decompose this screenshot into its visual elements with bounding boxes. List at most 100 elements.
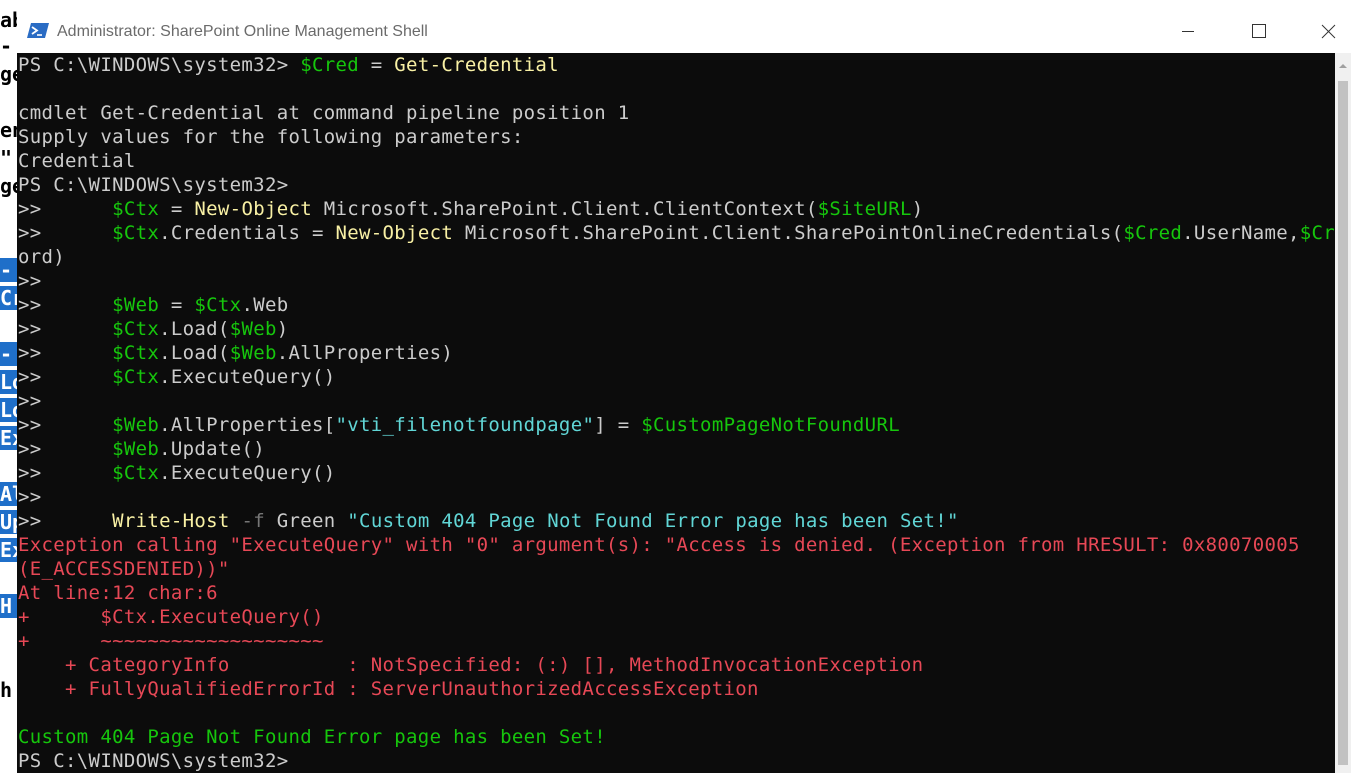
- console-text-segment: + FullyQualifiedErrorId : ServerUnauthor…: [18, 678, 759, 700]
- close-button[interactable]: [1305, 10, 1351, 53]
- console-text-segment: >>: [18, 318, 113, 340]
- maximize-icon: [1252, 24, 1266, 38]
- console-text-segment: >>: [18, 486, 42, 508]
- background-text-fragment: en: [0, 118, 17, 142]
- console-text-segment: PS C:\WINDOWS\system32>: [18, 174, 289, 196]
- maximize-button[interactable]: [1235, 10, 1281, 53]
- console-text-segment: >>: [18, 390, 42, 412]
- console-text-segment: =: [159, 294, 195, 316]
- console-text-segment: At line:12 char:6: [18, 582, 218, 604]
- console-line: >> $Ctx.ExecuteQuery(): [18, 365, 336, 389]
- console-text-segment: Green: [264, 510, 348, 532]
- console-text-segment: + CategoryInfo : NotSpecified: (:) [], M…: [18, 654, 924, 676]
- console-text-segment: -f: [241, 510, 265, 532]
- console-text-segment: >>: [18, 294, 113, 316]
- vertical-scrollbar[interactable]: [1335, 53, 1351, 773]
- background-text-fragment: Ex: [0, 426, 17, 450]
- console-text-segment: Get-Credential: [394, 54, 559, 76]
- console-text-segment: .Load(: [159, 342, 230, 364]
- console-text-segment: Credential: [18, 150, 136, 172]
- console-text-segment: >>: [18, 342, 113, 364]
- console-line: >> $Ctx.Load($Web): [18, 317, 289, 341]
- console-line: cmdlet Get-Credential at command pipelin…: [18, 101, 629, 125]
- console-text-segment: .AllProperties[: [159, 414, 336, 436]
- console-line: + FullyQualifiedErrorId : ServerUnauthor…: [18, 677, 759, 701]
- console-line: >> $Web.AllProperties["vti_filenotfoundp…: [18, 413, 900, 437]
- console-text-segment: $Web: [229, 342, 277, 364]
- background-text-fragment: Al: [0, 482, 17, 506]
- background-text-fragment: H: [0, 594, 17, 618]
- console-text-segment: $Ctx: [112, 366, 160, 388]
- console-text-segment: .Update(): [159, 438, 265, 460]
- console-line: + CategoryInfo : NotSpecified: (:) [], M…: [18, 653, 923, 677]
- console-line: >> $Web.Update(): [18, 437, 265, 461]
- background-text-fragment: -: [0, 342, 17, 366]
- console-text-segment: =: [159, 198, 195, 220]
- console-text-segment: "vti_filenotfoundpage": [335, 414, 595, 436]
- console-text-segment: >>: [18, 414, 113, 436]
- console-text-segment: New-Object: [194, 198, 312, 220]
- console-text-segment: .AllProperties): [276, 342, 454, 364]
- console-text-segment: New-Object: [335, 222, 454, 244]
- console-text-segment: ): [276, 318, 289, 340]
- console-text-segment: .ExecuteQuery(): [159, 462, 336, 484]
- console-line: >> $Ctx = New-Object Microsoft.SharePoin…: [18, 197, 923, 221]
- console-text-segment: + $Ctx.ExecuteQuery(): [18, 606, 324, 628]
- console-line: Supply values for the following paramete…: [18, 125, 524, 149]
- console-text-segment: Exception calling "ExecuteQuery" with "0…: [18, 534, 1300, 556]
- console-text-segment: Microsoft.SharePoint.Client.SharePointOn…: [453, 222, 1124, 244]
- console-line: At line:12 char:6: [18, 581, 218, 605]
- background-window: ab-geen"ge-Cr-LoLoExAlUpExHh: [0, 0, 17, 781]
- powershell-window: Administrator: SharePoint Online Managem…: [17, 10, 1351, 773]
- console-line: >> Write-Host -f Green "Custom 404 Page …: [18, 509, 959, 533]
- console-text-segment: $Web: [229, 318, 277, 340]
- minimize-button[interactable]: [1165, 10, 1211, 53]
- console-line: PS C:\WINDOWS\system32>: [18, 173, 288, 197]
- background-text-fragment: Cr: [0, 286, 17, 310]
- console-text-segment: $Cred: [1123, 222, 1183, 244]
- console-text-segment: $Cred: [1299, 222, 1335, 244]
- console-text-segment: Microsoft.SharePoint.Client.ClientContex…: [312, 198, 818, 220]
- console-line: >>: [18, 389, 42, 413]
- console-text-segment: Write-Host: [112, 510, 230, 532]
- console-text-segment: $Ctx: [194, 294, 242, 316]
- console-text-segment: $Web: [112, 294, 160, 316]
- console-text-segment: cmdlet Get-Credential at command pipelin…: [18, 102, 630, 124]
- console-line: + $Ctx.ExecuteQuery(): [18, 605, 324, 629]
- background-text-fragment: Ex: [0, 538, 17, 562]
- console-text-segment: >>: [18, 198, 113, 220]
- background-text-fragment: ge: [0, 174, 17, 198]
- window-title: Administrator: SharePoint Online Managem…: [57, 23, 428, 40]
- console-line: >> $Ctx.Credentials = New-Object Microso…: [18, 221, 1335, 245]
- console-line: >> $Ctx.Load($Web.AllProperties): [18, 341, 453, 365]
- background-text-fragment: Lo: [0, 398, 17, 422]
- powershell-icon: [27, 23, 49, 38]
- console-text-segment: >>: [18, 222, 113, 244]
- console-text-segment: + ~~~~~~~~~~~~~~~~~~~: [18, 630, 324, 652]
- console-text-segment: $Ctx: [112, 318, 160, 340]
- console-text-segment: .UserName,: [1182, 222, 1300, 244]
- console-text-segment: >>: [18, 510, 113, 532]
- console-text-segment: $Ctx: [112, 198, 160, 220]
- console-text-segment: Custom 404 Page Not Found Error page has…: [18, 726, 606, 748]
- background-text-fragment: Up: [0, 510, 17, 534]
- console-line: + ~~~~~~~~~~~~~~~~~~~: [18, 629, 324, 653]
- console-text-segment: $Web: [112, 438, 160, 460]
- console-line: >> $Web = $Ctx.Web: [18, 293, 289, 317]
- close-icon: [1321, 24, 1336, 39]
- background-text-fragment: h: [0, 678, 13, 702]
- background-text-fragment: -: [0, 258, 17, 282]
- console-output[interactable]: PS C:\WINDOWS\system32> $Cred = Get-Cred…: [17, 53, 1335, 773]
- console-text-segment: $Cred: [300, 54, 360, 76]
- console-text-segment: $SiteURL: [817, 198, 912, 220]
- scrollbar-thumb[interactable]: [1338, 81, 1348, 765]
- title-bar[interactable]: Administrator: SharePoint Online Managem…: [17, 10, 1351, 53]
- background-text-fragment: ab: [0, 8, 17, 32]
- background-text-fragment: ": [0, 146, 13, 170]
- background-text-fragment: ge: [0, 62, 17, 86]
- console-text-segment: >>: [18, 438, 113, 460]
- console-line: Credential: [18, 149, 136, 173]
- console-text-segment: =: [359, 54, 395, 76]
- scroll-up-arrow-icon[interactable]: [1338, 61, 1348, 71]
- background-text-fragment: Lo: [0, 370, 17, 394]
